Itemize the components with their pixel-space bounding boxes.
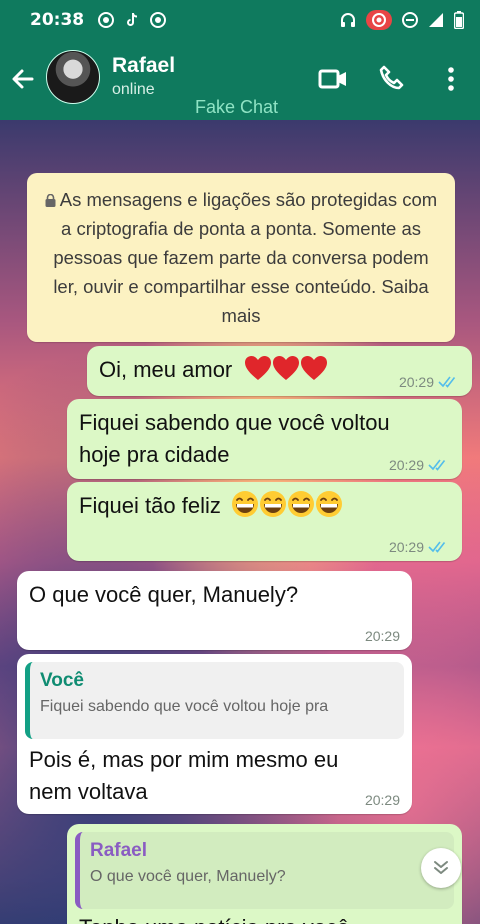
read-ticks-icon [428, 541, 446, 553]
record-icon-2 [150, 12, 167, 28]
message-meta: 20:29 [389, 457, 448, 473]
message-bubble-outgoing[interactable]: Oi, meu amor 20:29 [87, 346, 472, 396]
message-bubble-incoming[interactable]: Você Fiquei sabendo que você voltou hoje… [17, 654, 412, 814]
message-time: 20:29 [364, 792, 400, 808]
chat-area[interactable]: As mensagens e ligações são protegidas c… [0, 120, 480, 924]
message-bubble-outgoing[interactable]: Rafael O que você quer, Manuely? Tenho u… [67, 824, 462, 924]
message-meta: 20:29 [365, 628, 400, 644]
grin-emoji-icon [231, 491, 258, 517]
tiktok-icon [127, 12, 138, 26]
message-time: 20:29 [398, 374, 434, 390]
message-meta: 20:29 [389, 539, 448, 555]
scroll-to-bottom-button[interactable] [421, 848, 461, 888]
contact-avatar[interactable] [46, 50, 100, 104]
contact-status: online [112, 81, 155, 98]
phone-call-icon[interactable] [377, 64, 407, 94]
status-time: 20:38 [30, 10, 85, 30]
screen-record-icon [366, 10, 392, 30]
quote-text: Fiquei sabendo que você voltou hoje pra [40, 698, 329, 715]
double-chevron-down-icon [434, 861, 448, 874]
quote-text: O que você quer, Manuely? [90, 868, 286, 885]
encryption-notice-text: As mensagens e ligações são protegidas c… [53, 189, 438, 326]
quote-author: Rafael [90, 840, 148, 861]
message-text: Fiquei tão feliz [79, 493, 221, 518]
message-bubble-outgoing[interactable]: Fiquei sabendo que você voltou hoje pra … [67, 399, 462, 479]
grin-emoji-group [231, 491, 343, 518]
more-options-icon[interactable] [436, 64, 466, 94]
quoted-message[interactable]: Rafael O que você quer, Manuely? [75, 832, 454, 909]
grin-emoji-icon [287, 491, 314, 517]
message-text-line: Fiquei sabendo que você voltou [79, 410, 390, 435]
encryption-notice[interactable]: As mensagens e ligações são protegidas c… [27, 173, 455, 342]
signal-icon [429, 13, 443, 27]
message-meta: 20:29 [365, 792, 400, 808]
message-text-line: Pois é, mas por mim mesmo eu [29, 747, 339, 772]
lock-icon [45, 194, 56, 207]
dnd-icon [402, 12, 418, 28]
heart-emoji-icon [273, 356, 300, 380]
message-time: 20:29 [364, 628, 400, 644]
video-call-icon[interactable] [318, 64, 348, 94]
message-text-line: nem voltava [29, 779, 148, 804]
status-bar: 20:38 [0, 0, 480, 40]
message-meta: 20:29 [399, 374, 458, 390]
message-time: 20:29 [388, 539, 424, 555]
quote-author: Você [40, 670, 85, 691]
contact-name[interactable]: Rafael [112, 54, 175, 78]
battery-icon [454, 11, 464, 29]
heart-emoji-icon [245, 356, 272, 380]
message-bubble-incoming[interactable]: O que você quer, Manuely? 20:29 [17, 571, 412, 650]
message-bubble-outgoing[interactable]: Fiquei tão feliz 20:29 [67, 482, 462, 561]
message-time: 20:29 [388, 457, 424, 473]
message-text: Oi, meu amor [99, 357, 233, 382]
quoted-message[interactable]: Você Fiquei sabendo que você voltou hoje… [25, 662, 404, 739]
back-arrow-icon[interactable] [10, 66, 36, 92]
grin-emoji-icon [315, 491, 342, 517]
heart-emoji-group [244, 356, 328, 382]
read-ticks-icon [428, 459, 446, 471]
heart-emoji-icon [301, 356, 328, 380]
record-icon [98, 12, 115, 28]
headphones-icon [341, 13, 355, 27]
message-text-line: hoje pra cidade [79, 442, 230, 467]
chat-header: Rafael online Fake Chat [0, 40, 480, 120]
message-text: O que você quer, Manuely? [29, 582, 299, 607]
watermark-text: Fake Chat [195, 97, 279, 117]
read-ticks-icon [438, 376, 456, 388]
grin-emoji-icon [259, 491, 286, 517]
message-text: Tenho uma notícia pra você [79, 912, 349, 924]
